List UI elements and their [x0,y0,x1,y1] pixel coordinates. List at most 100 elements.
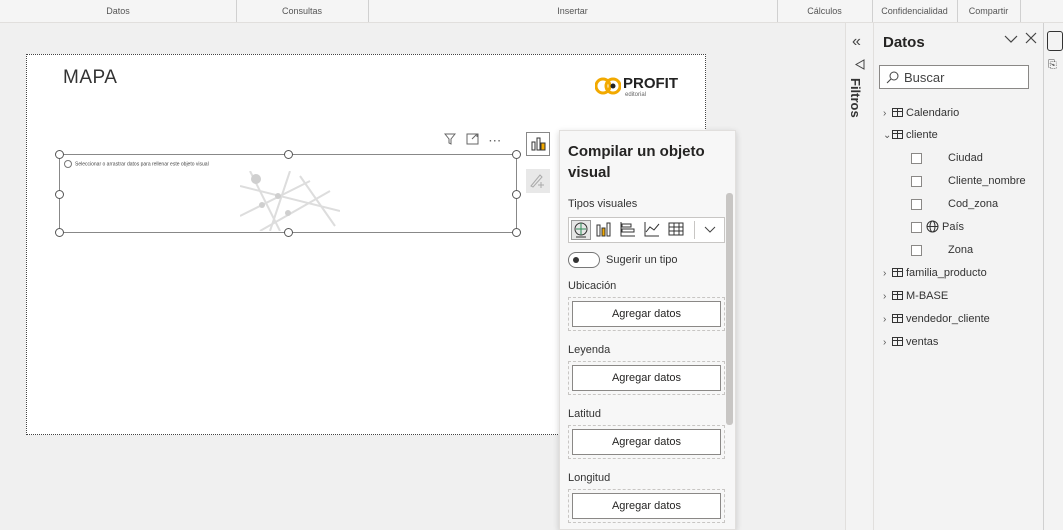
filters-pane-collapsed[interactable]: « Filtros [845,23,874,530]
table-icon [892,130,903,139]
date-table-icon [892,291,903,300]
more-options-icon[interactable]: ⋯ [488,133,502,149]
build-visual-button[interactable] [526,132,550,156]
ribbon-group-calculos: Cálculos [777,0,873,22]
table-item-cliente[interactable]: ⌄ cliente [883,129,938,141]
expand-chevron-icon[interactable]: › [883,314,892,325]
well-label-latitud: Latitud [568,408,602,420]
collapse-chevron-icon[interactable] [1004,31,1022,48]
visual-types-label: Tipos visuales [568,198,638,210]
globe-icon [926,220,939,233]
profit-logo: PROFIT editorial [593,75,703,105]
filter-icon[interactable] [443,133,457,148]
logo-brand-text: PROFIT [623,75,678,92]
ribbon-group-consultas: Consultas [236,0,369,22]
filters-pane-label[interactable]: Filtros [848,78,863,118]
well-label-longitud: Longitud [568,472,611,484]
search-icon [886,71,899,84]
filter-icon [854,59,865,73]
ribbon-group-insertar: Insertar [368,0,778,22]
collapse-chevron-icon[interactable]: ⌄ [883,130,892,141]
field-ciudad[interactable]: Ciudad [948,152,983,164]
panel-scrollbar[interactable] [726,193,733,425]
add-data-ubicacion-button[interactable]: Agregar datos [572,301,721,327]
pane-switcher: ⎘ [1043,23,1063,530]
suggest-type-label: Sugerir un tipo [606,254,678,266]
page-title[interactable]: MAPA [63,67,117,89]
expand-chevron-icon[interactable]: › [883,268,892,279]
field-zona[interactable]: Zona [948,244,973,256]
table-icon [892,314,903,323]
expand-chevron-icon[interactable]: › [883,108,892,119]
field-cod-zona[interactable]: Cod_zona [948,198,998,210]
map-placeholder-icon [240,171,340,231]
add-data-leyenda-button[interactable]: Agregar datos [572,365,721,391]
focus-mode-icon[interactable] [466,133,479,148]
well-leyenda: Agregar datos [568,361,725,395]
visual-header: ⋯ [443,133,508,149]
logo-sub-text: editorial [625,92,647,98]
table-type-icon[interactable] [667,220,687,240]
visual-types-picker [568,217,725,243]
search-placeholder: Buscar [904,70,945,85]
well-label-leyenda: Leyenda [568,344,611,356]
data-pane: Datos Buscar › Calendario ⌄ cliente Ciudad… [873,23,1044,530]
table-icon [892,337,903,346]
report-canvas-area: MAPA PROFIT editorial ⋯ Seleccionar o ar… [0,23,845,530]
column-chart-type-icon[interactable] [595,220,615,240]
table-item-familia-producto[interactable]: › familia_producto [883,267,987,279]
ribbon-group-datos: Datos [0,0,237,22]
date-table-icon [892,108,903,117]
field-checkbox-cliente-nombre[interactable] [911,176,922,187]
format-visual-button[interactable] [526,169,550,193]
well-latitud: Agregar datos [568,425,725,459]
add-data-latitud-button[interactable]: Agregar datos [572,429,721,455]
table-item-vendedor-cliente[interactable]: › vendedor_cliente [883,313,990,325]
resize-handle-br[interactable] [512,228,521,237]
table-item-ventas[interactable]: › ventas [883,336,938,348]
build-visual-title: Compilar un objeto visual [568,143,705,181]
field-pais[interactable]: País [926,220,964,233]
ribbon-group-labels: Datos Consultas Insertar Cálculos Confid… [0,0,1063,23]
logo-circles-icon [595,77,621,95]
ribbon-group-confidencialidad: Confidencialidad [872,0,958,22]
well-ubicacion: Agregar datos [568,297,725,331]
resize-handle-mr[interactable] [512,190,521,199]
resize-handle-tl[interactable] [55,150,64,159]
format-pane-switch-icon[interactable]: ⎘ [1048,59,1057,72]
data-pane-title: Datos [883,34,925,51]
expand-chevron-icon[interactable]: › [883,291,892,302]
field-checkbox-zona[interactable] [911,245,922,256]
line-chart-type-icon[interactable] [643,220,663,240]
picker-divider [694,221,695,239]
close-icon[interactable] [1025,31,1037,48]
data-search-input[interactable]: Buscar [879,65,1029,89]
expand-chevron-icon[interactable]: › [883,337,892,348]
resize-handle-tc[interactable] [284,150,293,159]
ribbon-group-compartir: Compartir [957,0,1021,22]
field-checkbox-cod-zona[interactable] [911,199,922,210]
map-visual-placeholder[interactable]: Seleccionar o arrastrar datos para relle… [55,150,521,237]
format-brush-icon [530,174,544,188]
well-longitud: Agregar datos [568,489,725,523]
table-icon [892,268,903,277]
resize-handle-ml[interactable] [55,190,64,199]
expand-filters-chevron-icon[interactable]: « [852,33,861,51]
map-visual-type-icon[interactable] [571,220,591,240]
table-item-m-base[interactable]: › M-BASE [883,290,948,302]
add-data-longitud-button[interactable]: Agregar datos [572,493,721,519]
field-checkbox-ciudad[interactable] [911,153,922,164]
resize-handle-tr[interactable] [512,150,521,159]
resize-handle-bc[interactable] [284,228,293,237]
well-label-ubicacion: Ubicación [568,280,617,292]
suggest-type-toggle[interactable] [568,252,600,268]
data-pane-switch-icon[interactable] [1047,31,1063,51]
expand-types-chevron-icon[interactable] [701,220,721,240]
field-cliente-nombre[interactable]: Cliente_nombre [948,175,1026,187]
info-icon [64,160,72,168]
resize-handle-bl[interactable] [55,228,64,237]
build-visual-icon [531,137,546,151]
field-checkbox-pais[interactable] [911,222,922,233]
bar-chart-type-icon[interactable] [619,220,639,240]
table-item-calendario[interactable]: › Calendario [883,107,959,119]
